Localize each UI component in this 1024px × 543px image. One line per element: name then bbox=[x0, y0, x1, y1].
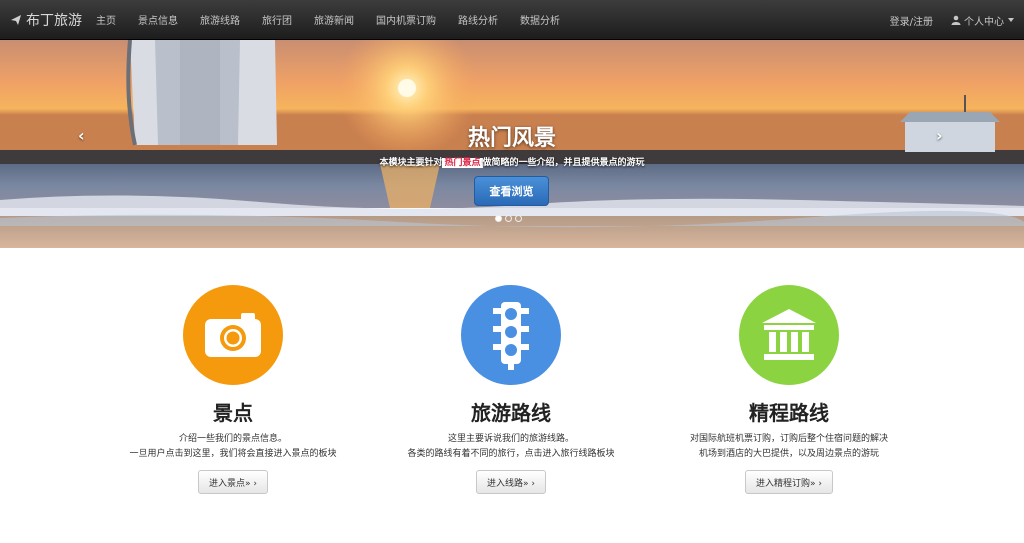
top-navbar: 布丁旅游 主页 景点信息 旅游线路 旅行团 旅游新闻 国内机票订购 路线分析 数… bbox=[0, 0, 1024, 40]
user-center-label: 个人中心 bbox=[964, 16, 1004, 28]
carousel-dot-1[interactable] bbox=[495, 215, 502, 222]
hero-desc-before: 本模块主要针对 bbox=[379, 158, 443, 168]
feature-desc-line: 这里主要诉说我们的旅游线路。 bbox=[447, 434, 574, 444]
hero-title: 热门风景 bbox=[467, 126, 556, 151]
enter-routes-button[interactable]: 进入线路» › bbox=[476, 470, 546, 494]
nav-item-attractions[interactable]: 景点信息 bbox=[138, 12, 178, 27]
feature-desc-line: 各类的路线有着不同的旅行，点击进入旅行线路板块 bbox=[407, 449, 615, 459]
nav-item-tour-groups[interactable]: 旅行团 bbox=[262, 12, 292, 27]
login-register-link[interactable]: 登录/注册 bbox=[890, 13, 933, 28]
nav-item-flight-booking[interactable]: 国内机票订购 bbox=[376, 12, 436, 27]
nav-item-routes[interactable]: 旅游线路 bbox=[200, 12, 240, 27]
carousel-dot-3[interactable] bbox=[515, 215, 522, 222]
feature-description: 对国际航班机票订购，订购后整个住宿问题的解决 机场到酒店的大巴提供，以及周边景点… bbox=[649, 432, 929, 462]
bank-icon bbox=[762, 309, 816, 360]
feature-title: 景点 bbox=[213, 401, 253, 425]
brand-logo[interactable]: 布丁旅游 bbox=[10, 10, 90, 30]
feature-desc-line: 机场到酒店的大巴提供，以及周边景点的游玩 bbox=[698, 449, 879, 459]
feature-title: 旅游路线 bbox=[471, 401, 551, 425]
hero-description: 本模块主要针对 热门景点 做简略的一些介绍，并且提供景点的游玩 bbox=[0, 155, 1024, 168]
nav-item-route-analysis[interactable]: 路线分析 bbox=[458, 12, 498, 27]
hero-carousel: ‹ › 热门风景 本模块主要针对 热门景点 做简略的一些介绍，并且提供景点的游玩 查… bbox=[0, 40, 1024, 248]
feature-icon-circle bbox=[183, 285, 283, 385]
user-center-dropdown[interactable]: 个人中心 bbox=[951, 13, 1014, 28]
nav-item-home[interactable]: 主页 bbox=[96, 12, 116, 27]
enter-attractions-button[interactable]: 进入景点» › bbox=[198, 470, 268, 494]
feature-title: 精程路线 bbox=[749, 401, 829, 425]
feature-description: 这里主要诉说我们的旅游线路。 各类的路线有着不同的旅行，点击进入旅行线路板块 bbox=[371, 432, 651, 462]
feature-premium-routes: 精程路线 对国际航班机票订购，订购后整个住宿问题的解决 机场到酒店的大巴提供，以… bbox=[649, 285, 929, 494]
user-icon bbox=[951, 15, 961, 25]
hero-desc-highlight: 热门景点 bbox=[442, 158, 483, 168]
feature-routes: 旅游路线 这里主要诉说我们的旅游线路。 各类的路线有着不同的旅行，点击进入旅行线… bbox=[371, 285, 651, 494]
paper-plane-icon bbox=[11, 14, 21, 25]
camera-icon bbox=[205, 313, 261, 357]
feature-desc-line: 一旦用户点击到这里，我们将会直接进入景点的板块 bbox=[129, 449, 337, 459]
feature-desc-line: 介绍一些我们的景点信息。 bbox=[178, 434, 287, 444]
enter-premium-booking-button[interactable]: 进入精程订购» › bbox=[745, 470, 833, 494]
feature-attractions: 景点 介绍一些我们的景点信息。 一旦用户点击到这里，我们将会直接进入景点的板块 … bbox=[93, 285, 373, 494]
main-nav: 主页 景点信息 旅游线路 旅行团 旅游新闻 国内机票订购 路线分析 数据分析 bbox=[96, 12, 582, 27]
nav-item-news[interactable]: 旅游新闻 bbox=[314, 12, 354, 27]
feature-icon-circle bbox=[461, 285, 561, 385]
nav-right: 登录/注册 个人中心 bbox=[890, 0, 1014, 40]
view-browse-button[interactable]: 查看浏览 bbox=[474, 176, 549, 206]
carousel-indicators bbox=[495, 215, 525, 222]
carousel-dot-2[interactable] bbox=[505, 215, 512, 222]
feature-description: 介绍一些我们的景点信息。 一旦用户点击到这里，我们将会直接进入景点的板块 bbox=[93, 432, 373, 462]
brand-name: 布丁旅游 bbox=[26, 12, 82, 29]
feature-desc-line: 对国际航班机票订购，订购后整个住宿问题的解决 bbox=[689, 434, 888, 444]
nav-item-data-analysis[interactable]: 数据分析 bbox=[520, 12, 560, 27]
traffic-light-icon bbox=[493, 302, 529, 370]
chevron-down-icon bbox=[1008, 18, 1014, 22]
hero-desc-after: 做简略的一些介绍，并且提供景点的游玩 bbox=[482, 158, 645, 168]
feature-icon-circle bbox=[739, 285, 839, 385]
